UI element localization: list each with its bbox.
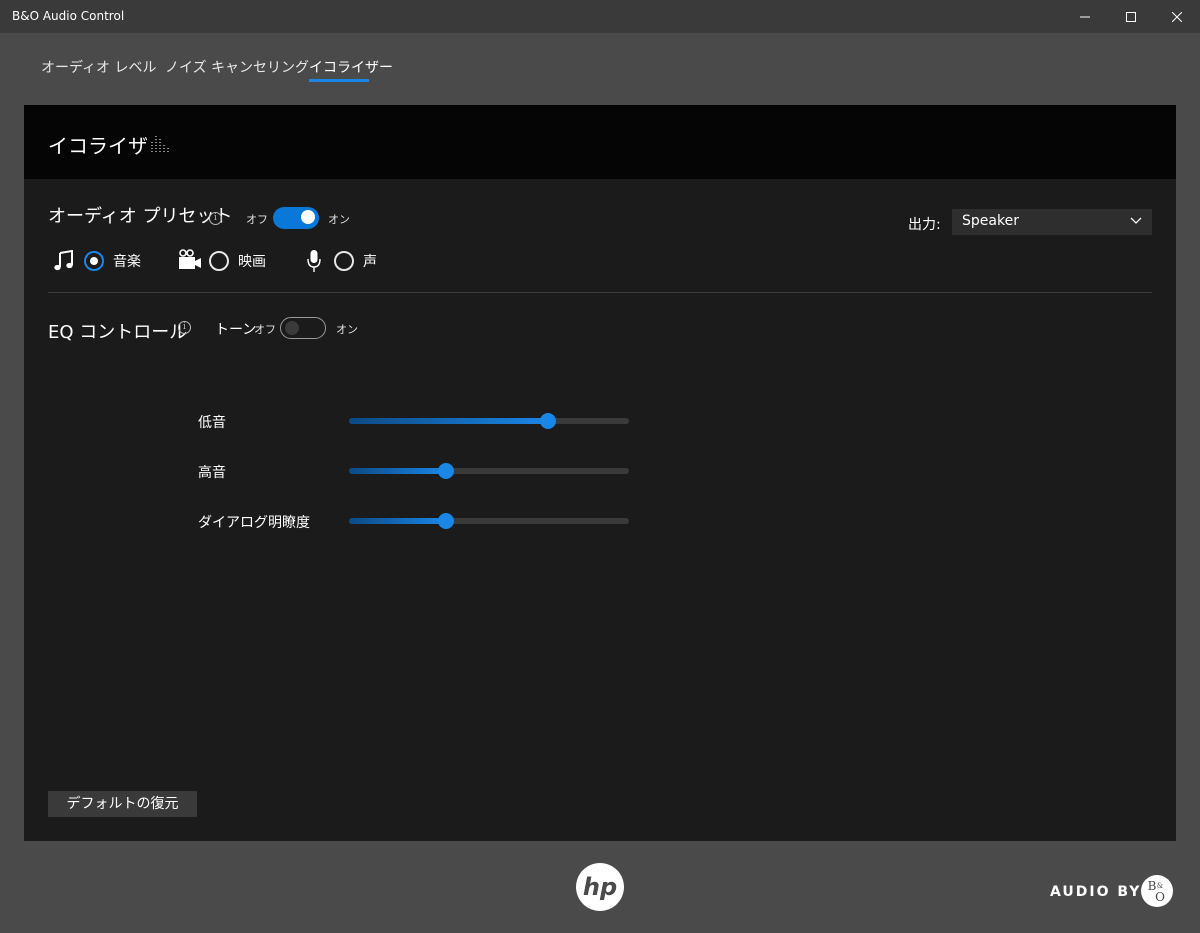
tone-off-label: オフ — [254, 323, 276, 336]
panel-header: イコライザ — [24, 105, 1176, 179]
close-icon — [1172, 11, 1182, 22]
minimize-icon — [1080, 16, 1090, 17]
preset-label-music: 音楽 — [113, 254, 141, 270]
toggle-knob — [301, 210, 315, 224]
preset-on-label: オン — [328, 213, 350, 226]
title-bar: B&O Audio Control — [0, 0, 1200, 33]
radio-movie[interactable] — [209, 251, 229, 271]
preset-option-voice[interactable]: 声 — [334, 251, 377, 271]
eq-control-info-icon[interactable]: i — [178, 321, 191, 334]
radio-music[interactable] — [84, 251, 104, 271]
section-divider — [48, 292, 1152, 293]
microphone-icon — [307, 250, 321, 272]
treble-label: 高音 — [198, 465, 226, 481]
svg-text:hp: hp — [583, 873, 617, 901]
tab-noise-cancelling[interactable]: ノイズ キャンセリング — [165, 57, 309, 77]
restore-defaults-button[interactable]: デフォルトの復元 — [48, 791, 197, 817]
preset-off-label: オフ — [246, 213, 268, 226]
svg-text:&: & — [1157, 882, 1163, 890]
maximize-icon — [1126, 11, 1136, 22]
audio-by-label: AUDIO BY — [1050, 884, 1142, 900]
slider-thumb[interactable] — [437, 513, 454, 529]
dialog-clarity-label: ダイアログ明瞭度 — [198, 515, 310, 531]
preset-option-movie[interactable]: 映画 — [209, 251, 266, 271]
audio-preset-info-icon[interactable]: i — [209, 212, 222, 225]
preset-option-music[interactable]: 音楽 — [84, 251, 141, 271]
slider-fill — [349, 518, 446, 524]
close-button[interactable] — [1154, 0, 1200, 33]
active-tab-indicator — [309, 79, 369, 82]
eq-control-title: EQ コントロール — [48, 322, 188, 343]
window-title: B&O Audio Control — [12, 9, 125, 23]
music-note-icon — [54, 250, 73, 271]
toggle-knob — [285, 321, 299, 335]
slider-fill — [349, 418, 548, 424]
equalizer-panel: イコライザ オーディオ プリセット i オフ オン 出力: Speaker 音楽 — [24, 105, 1176, 841]
preset-label-movie: 映画 — [238, 254, 266, 270]
dialog-clarity-slider[interactable] — [349, 513, 629, 529]
hp-logo: hp — [576, 863, 624, 911]
svg-text:O: O — [1155, 890, 1165, 904]
tab-bar: オーディオ レベル ノイズ キャンセリング イコライザー — [0, 33, 1200, 105]
radio-voice[interactable] — [334, 251, 354, 271]
treble-slider[interactable] — [349, 463, 629, 479]
tone-on-label: オン — [336, 323, 358, 336]
output-select[interactable]: Speaker — [952, 209, 1152, 235]
audio-preset-toggle[interactable] — [273, 207, 319, 229]
bass-slider[interactable] — [349, 413, 629, 429]
chevron-down-icon — [1130, 217, 1142, 224]
video-camera-icon — [179, 249, 201, 269]
output-label: 出力: — [908, 217, 941, 233]
minimize-button[interactable] — [1062, 0, 1108, 33]
equalizer-icon — [151, 136, 169, 152]
panel-title: イコライザ — [48, 134, 148, 158]
slider-fill — [349, 468, 446, 474]
audio-preset-title: オーディオ プリセット — [48, 206, 233, 227]
slider-thumb[interactable] — [437, 463, 454, 479]
tone-toggle[interactable] — [280, 317, 326, 339]
bang-olufsen-logo: B & O — [1141, 875, 1173, 907]
tone-label: トーン — [215, 322, 257, 338]
output-select-value: Speaker — [962, 213, 1019, 229]
tab-equalizer[interactable]: イコライザー — [309, 57, 393, 77]
bass-label: 低音 — [198, 415, 226, 431]
slider-thumb[interactable] — [539, 413, 556, 429]
maximize-button[interactable] — [1108, 0, 1154, 33]
tab-audio-level[interactable]: オーディオ レベル — [41, 57, 156, 77]
preset-label-voice: 声 — [363, 254, 377, 270]
